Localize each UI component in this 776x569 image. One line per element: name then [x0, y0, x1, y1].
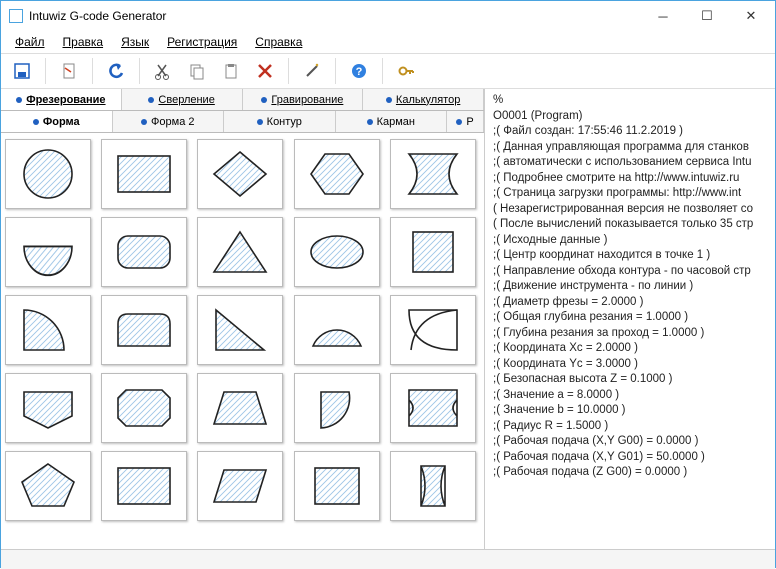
gcode-line: ( После вычислений показывается только 3… [493, 217, 767, 233]
maximize-button[interactable]: ☐ [685, 2, 729, 30]
shape-rect-big[interactable] [101, 451, 187, 521]
shape-trapezoid[interactable] [197, 373, 283, 443]
shape-pentagon[interactable] [5, 451, 91, 521]
svg-text:?: ? [356, 66, 363, 78]
gcode-line: ;( Значение b = 10.0000 ) [493, 403, 767, 419]
shape-halfcircle-flat[interactable] [5, 217, 91, 287]
cut-button[interactable] [148, 56, 178, 86]
gcode-line: ;( Файл создан: 17:55:46 11.2.2019 ) [493, 124, 767, 140]
titlebar: Intuwiz G-code Generator ─ ☐ ✕ [1, 1, 775, 31]
shape-rect[interactable] [101, 139, 187, 209]
gcode-line: ;( Рабочая подача (X,Y G01) = 50.0000 ) [493, 450, 767, 466]
save-button[interactable] [7, 56, 37, 86]
copy-button[interactable] [182, 56, 212, 86]
gcode-line: O0001 (Program) [493, 109, 767, 125]
wand-button[interactable] [297, 56, 327, 86]
gcode-line: ;( автоматически с использованием сервис… [493, 155, 767, 171]
shape-pentagon-flat[interactable] [5, 373, 91, 443]
sub-tabs: Форма Форма 2 Контур Карман Р [1, 111, 484, 133]
gcode-line: ;( Глубина резания за проход = 1.0000 ) [493, 326, 767, 342]
right-panel: %O0001 (Program);( Файл создан: 17:55:46… [485, 89, 775, 549]
key-button[interactable] [391, 56, 421, 86]
gcode-line: ;( Направление обхода контура - по часов… [493, 264, 767, 280]
shape-parallelogram[interactable] [197, 451, 283, 521]
menu-edit[interactable]: Правка [55, 33, 112, 51]
shape-triangle[interactable] [197, 217, 283, 287]
menu-lang[interactable]: Язык [113, 33, 157, 51]
subtab-more[interactable]: Р [447, 111, 484, 132]
help-icon-button[interactable]: ? [344, 56, 374, 86]
shape-quarter-pie[interactable] [5, 295, 91, 365]
gcode-line: ;( Координата Yc = 3.0000 ) [493, 357, 767, 373]
subtab-pocket[interactable]: Карман [336, 111, 448, 132]
tab-drilling[interactable]: Сверление [122, 89, 243, 110]
shape-quarter-round[interactable] [294, 373, 380, 443]
delete-button[interactable] [250, 56, 280, 86]
subtab-shape2[interactable]: Форма 2 [113, 111, 225, 132]
minimize-button[interactable]: ─ [641, 2, 685, 30]
gcode-line: ;( Общая глубина резания = 1.0000 ) [493, 310, 767, 326]
gcode-line: ;( Страница загрузки программы: http://w… [493, 186, 767, 202]
subtab-contour[interactable]: Контур [224, 111, 336, 132]
left-panel: Фрезерование Сверление Гравирование Каль… [1, 89, 485, 549]
menubar: Файл Правка Язык Регистрация Справка [1, 31, 775, 53]
gcode-line: ;( Значение a = 8.0000 ) [493, 388, 767, 404]
paste-button[interactable] [216, 56, 246, 86]
gcode-line: ;( Безопасная высота Z = 0.1000 ) [493, 372, 767, 388]
gcode-line: ( Незарегистрированная версия не позволя… [493, 202, 767, 218]
gcode-line: ;( Координата Xc = 2.0000 ) [493, 341, 767, 357]
shape-trapezoid-round[interactable] [101, 295, 187, 365]
shape-chamfer-rect[interactable] [101, 373, 187, 443]
app-icon [9, 9, 23, 23]
shape-circle[interactable] [5, 139, 91, 209]
document-button[interactable] [54, 56, 84, 86]
subtab-shape[interactable]: Форма [1, 111, 113, 132]
gcode-line: ;( Диаметр фрезы = 2.0000 ) [493, 295, 767, 311]
shape-right-triangle[interactable] [197, 295, 283, 365]
tab-milling[interactable]: Фрезерование [1, 89, 122, 110]
menu-file[interactable]: Файл [7, 33, 53, 51]
undo-button[interactable] [101, 56, 131, 86]
statusbar [1, 549, 775, 569]
shape-concave-corner[interactable] [390, 295, 476, 365]
tab-calculator[interactable]: Калькулятор [363, 89, 484, 110]
toolbar: ? [1, 53, 775, 89]
gcode-line: ;( Данная управляющая программа для стан… [493, 140, 767, 156]
gcode-line: ;( Рабочая подача (Z G00) = 0.0000 ) [493, 465, 767, 481]
menu-reg[interactable]: Регистрация [159, 33, 245, 51]
tab-engraving[interactable]: Гравирование [243, 89, 364, 110]
shape-cross-rect[interactable] [390, 373, 476, 443]
shape-ellipse[interactable] [294, 217, 380, 287]
gcode-line: ;( Движение инструмента - по линии ) [493, 279, 767, 295]
gcode-line: ;( Рабочая подача (X,Y G00) = 0.0000 ) [493, 434, 767, 450]
menu-help[interactable]: Справка [247, 33, 310, 51]
gcode-line: ;( Радиус R = 1.5000 ) [493, 419, 767, 435]
gcode-line: ;( Центр координат находится в точке 1 ) [493, 248, 767, 264]
shape-diamond[interactable] [197, 139, 283, 209]
shape-concave[interactable] [390, 139, 476, 209]
main-tabs: Фрезерование Сверление Гравирование Каль… [1, 89, 484, 111]
gcode-output[interactable]: %O0001 (Program);( Файл создан: 17:55:46… [485, 89, 775, 549]
shape-semicircle[interactable] [294, 295, 380, 365]
shape-square[interactable] [390, 217, 476, 287]
gcode-line: % [493, 93, 767, 109]
shape-slot[interactable] [390, 451, 476, 521]
shapes-grid [1, 133, 484, 549]
window-title: Intuwiz G-code Generator [29, 9, 641, 23]
shape-rounded-rect[interactable] [101, 217, 187, 287]
gcode-line: ;( Исходные данные ) [493, 233, 767, 249]
close-button[interactable]: ✕ [729, 2, 773, 30]
shape-rect-plain[interactable] [294, 451, 380, 521]
shape-hexagon[interactable] [294, 139, 380, 209]
gcode-line: ;( Подробнее смотрите на http://www.intu… [493, 171, 767, 187]
